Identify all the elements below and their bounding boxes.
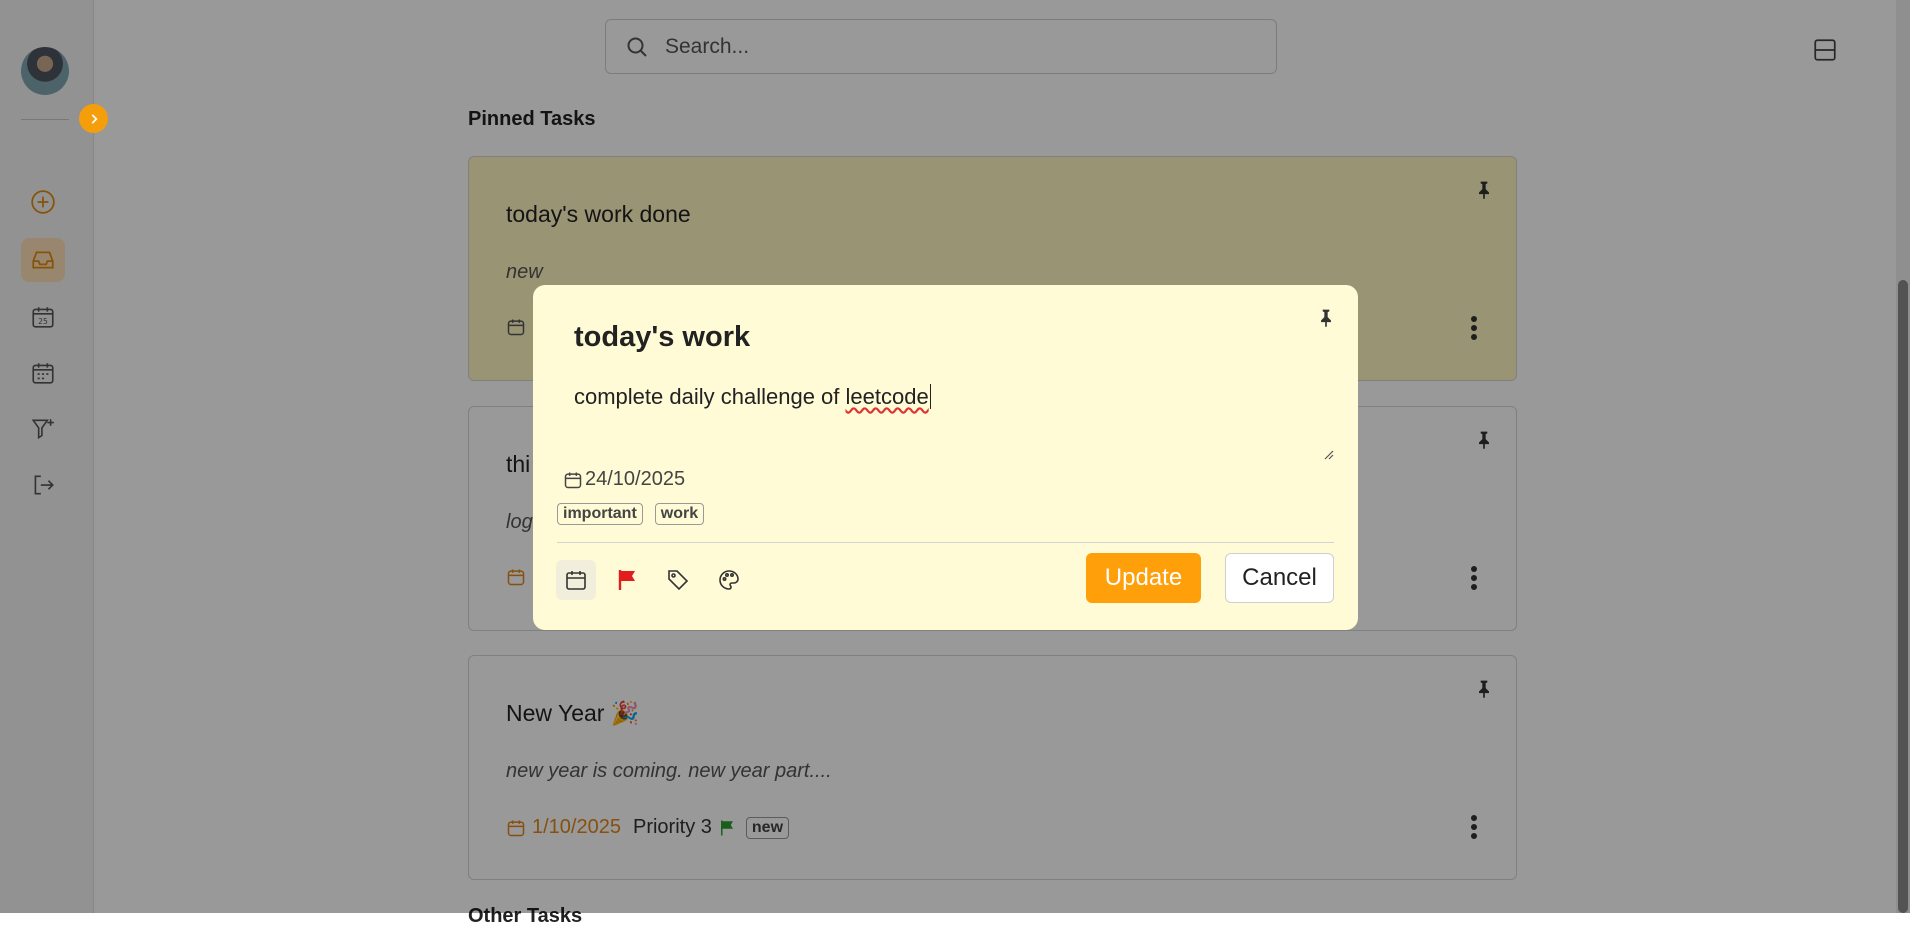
color-palette-button[interactable] bbox=[709, 560, 749, 600]
text-cursor bbox=[929, 384, 931, 409]
tag-chip[interactable]: work bbox=[654, 503, 705, 525]
set-date-button[interactable] bbox=[556, 560, 596, 600]
description-text: complete daily challenge of bbox=[574, 384, 846, 409]
task-description-textarea[interactable]: complete daily challenge of leetcode bbox=[574, 384, 1341, 446]
due-date-text: 24/10/2025 bbox=[585, 468, 686, 490]
resize-grip-icon[interactable] bbox=[1322, 447, 1334, 465]
task-tags: important work bbox=[557, 503, 716, 525]
task-title-input[interactable] bbox=[574, 321, 1294, 354]
sidebar-expand-button[interactable] bbox=[79, 104, 108, 133]
tag-chip[interactable]: important bbox=[557, 503, 643, 525]
tag-icon bbox=[668, 570, 689, 591]
misspelled-word: leetcode bbox=[845, 384, 929, 409]
edit-task-modal: complete daily challenge of leetcode 24/… bbox=[533, 285, 1358, 630]
calendar-icon bbox=[566, 571, 586, 590]
cancel-button[interactable]: Cancel bbox=[1225, 553, 1334, 603]
update-button[interactable]: Update bbox=[1086, 553, 1201, 603]
task-due-date[interactable]: 24/10/2025 bbox=[563, 468, 685, 491]
divider bbox=[557, 542, 1334, 543]
add-tag-button[interactable] bbox=[658, 560, 698, 600]
calendar-icon bbox=[564, 472, 582, 488]
palette-icon bbox=[719, 570, 739, 590]
flag-icon bbox=[618, 570, 635, 590]
pin-icon[interactable] bbox=[1316, 307, 1336, 334]
set-priority-button[interactable] bbox=[607, 560, 647, 600]
